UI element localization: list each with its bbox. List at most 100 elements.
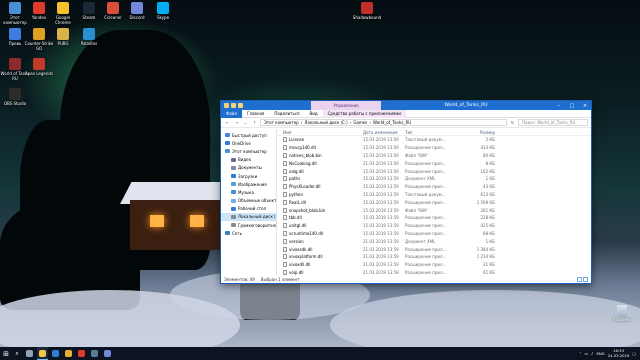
recent-chevron-icon[interactable]: ⌄	[242, 120, 249, 125]
file-type: Расширение прил...	[405, 246, 447, 252]
nav-item[interactable]: Музыка	[221, 188, 276, 196]
tab-home[interactable]: Главная	[242, 110, 269, 118]
notification-icon[interactable]: ▢	[632, 351, 636, 356]
file-row[interactable]: vivoxsdk.dll 21.03.2019 13:59 Расширение п…	[277, 245, 591, 253]
network-icon[interactable]: ▭	[584, 351, 588, 356]
tab-app-tools[interactable]: Средства работы с приложениями	[322, 109, 406, 118]
clock[interactable]: 16:33 24.03.2019	[608, 348, 630, 358]
desktop-icon-skype[interactable]: Skype	[148, 2, 178, 20]
nav-item[interactable]: Рабочий стол	[221, 205, 276, 213]
nav-item[interactable]: Этот компьютер	[221, 147, 276, 155]
file-date: 15.03.2019 13:59	[363, 223, 399, 229]
new-folder-icon[interactable]	[238, 103, 243, 108]
taskbar-app-discord[interactable]	[102, 347, 113, 360]
search-input[interactable]: Поиск: World_of_Tanks_RU	[518, 119, 588, 126]
file-row[interactable]: PhysXLoader.dll 15.03.2019 13:59 Расширени…	[277, 183, 591, 191]
breadcrumb-item[interactable]: Этот компьютер	[264, 120, 299, 125]
file-date: 21.03.2019 13:59	[363, 246, 399, 252]
nav-item[interactable]: Изображения	[221, 180, 276, 188]
chevron-up-icon[interactable]: ˄	[580, 351, 582, 356]
desktop-icon-paladins[interactable]: Paladins	[74, 28, 104, 46]
column-headers: Имя Дата изменения Тип Размер	[277, 129, 591, 136]
nav-item[interactable]: Локальный диск (C:)	[221, 212, 276, 222]
file-row[interactable]: vivoxplatform.dll 21.03.2019 13:59 Расшире…	[277, 253, 591, 261]
taskbar-app-file-explorer[interactable]	[37, 347, 48, 360]
file-row[interactable]: tbb.dll 15.03.2019 13:59 Расширение прил..…	[277, 214, 591, 222]
file-list[interactable]: Имя Дата изменения Тип Размер License 15.…	[277, 129, 591, 276]
nav-item[interactable]: OneDrive	[221, 139, 276, 147]
desktop-icon-shadowbound[interactable]: Shadowbound	[352, 2, 382, 20]
nav-item[interactable]: Сеть	[221, 229, 276, 237]
tab-file[interactable]: Файл	[221, 109, 243, 118]
file-date: 15.03.2019 13:59	[363, 152, 399, 158]
file-row[interactable]: vivoxdll.dll 21.03.2019 13:59 Расширение п…	[277, 261, 591, 269]
windows-start-icon[interactable]: ⊞	[0, 347, 12, 360]
file-type: Расширение прил...	[405, 269, 447, 275]
desktop-icon-apex[interactable]: Apex Legends	[24, 58, 54, 76]
file-row[interactable]: msvcp140.dll 15.03.2019 13:59 Расширение п…	[277, 144, 591, 152]
file-row[interactable]: RealL.dll 15.03.2019 13:59 Расширение прил…	[277, 198, 591, 206]
refresh-icon[interactable]: ↻	[509, 120, 516, 125]
taskbar-app-steam[interactable]	[89, 347, 100, 360]
nav-item[interactable]: Быстрый доступ	[221, 131, 276, 139]
desktop-icon-obs[interactable]: OBS Studio	[0, 88, 30, 106]
breadcrumb-item[interactable]: Games	[353, 120, 367, 125]
tab-share[interactable]: Поделиться	[269, 110, 304, 118]
file-row[interactable]: License 15.03.2019 13:59 Текстовый докум..…	[277, 136, 591, 144]
column-name[interactable]: Имя	[277, 130, 363, 135]
address-bar[interactable]: Этот компьютер › Локальный диск (C:) › Gam…	[260, 119, 507, 126]
file-row[interactable]: paths 15.03.2019 13:59 Документ XML 1 КБ	[277, 175, 591, 183]
maximize-button[interactable]: □	[566, 101, 578, 110]
file-name: NvCooking.dll	[289, 160, 317, 166]
file-date: 21.03.2019 13:59	[363, 262, 399, 268]
nav-item[interactable]: Загрузки	[221, 172, 276, 180]
file-row[interactable]: oalg.dll 15.03.2019 13:59 Расширение прил.…	[277, 167, 591, 175]
file-name-cell: vivoxplatform.dll	[277, 254, 363, 260]
up-arrow-icon[interactable]: ↑	[251, 120, 258, 125]
file-row[interactable]: NvCooking.dll 21.03.2019 13:59 Расширение …	[277, 159, 591, 167]
taskbar-app-yandex[interactable]	[76, 347, 87, 360]
close-button[interactable]: ×	[579, 101, 591, 110]
properties-icon[interactable]	[231, 103, 236, 108]
nav-item[interactable]: Громкоговоритель (D:)	[221, 221, 276, 229]
tab-view[interactable]: Вид	[304, 110, 322, 118]
nav-folder-icon	[231, 198, 236, 203]
file-icon	[283, 223, 287, 229]
folder-icon[interactable]	[224, 103, 229, 108]
taskbar-app-edge[interactable]	[50, 347, 61, 360]
file-row[interactable]: snapshot_blob.bin 15.03.2019 13:59 Файл "B…	[277, 206, 591, 214]
taskbar-app-task-view[interactable]	[24, 347, 35, 360]
breadcrumb-item[interactable]: World_of_Tanks_RU	[373, 120, 411, 125]
nav-item[interactable]: Объемные объекты	[221, 197, 276, 205]
file-row[interactable]: unitgl.dll 15.03.2019 13:59 Расширение при…	[277, 222, 591, 230]
back-arrow-icon[interactable]: ←	[224, 120, 231, 125]
explorer-window[interactable]: Управление World_of_Tanks_RU – □ × Файл …	[220, 100, 592, 284]
column-type[interactable]: Тип	[405, 130, 465, 135]
file-row[interactable]: voip.dll 21.03.2019 13:59 Расширение прил.…	[277, 269, 591, 276]
title-bar[interactable]: Управление World_of_Tanks_RU – □ ×	[221, 101, 591, 110]
breadcrumb-item[interactable]: Локальный диск (C:)	[304, 120, 347, 125]
file-row[interactable]: vcruntime140.dll 15.03.2019 13:59 Расширен…	[277, 230, 591, 238]
nav-item-label: OneDrive	[232, 140, 251, 146]
forward-arrow-icon[interactable]: →	[233, 120, 240, 125]
volume-icon[interactable]: ♪	[591, 351, 593, 356]
search-icon[interactable]: ⌕	[12, 347, 22, 360]
file-name: vivoxplatform.dll	[289, 254, 323, 260]
navigation-pane[interactable]: Быстрый доступ OneDrive Этот компьютер Виде…	[221, 129, 277, 276]
nav-item[interactable]: Документы	[221, 164, 276, 172]
file-row[interactable]: natives_blob.bin 15.03.2019 13:59 Файл "BI…	[277, 152, 591, 160]
taskbar-app-chrome[interactable]	[63, 347, 74, 360]
details-view-icon[interactable]	[577, 277, 582, 282]
column-date[interactable]: Дата изменения	[363, 130, 405, 135]
file-row[interactable]: version 21.03.2019 13:59 Документ XML 1 КБ	[277, 237, 591, 245]
file-name: tbb.dll	[289, 215, 302, 221]
file-date: 15.03.2019 13:59	[363, 137, 399, 143]
desktop-icon-recycle-bin[interactable]: Корзина	[608, 305, 636, 322]
large-icons-view-icon[interactable]	[583, 277, 588, 282]
file-row[interactable]: python 15.03.2019 13:59 Текстовый докум...…	[277, 191, 591, 199]
column-size[interactable]: Размер	[465, 130, 499, 135]
minimize-button[interactable]: –	[553, 101, 565, 110]
language-indicator[interactable]: ENG	[596, 351, 604, 356]
file-name: vivoxsdk.dll	[289, 246, 313, 252]
nav-item[interactable]: Видео	[221, 156, 276, 164]
